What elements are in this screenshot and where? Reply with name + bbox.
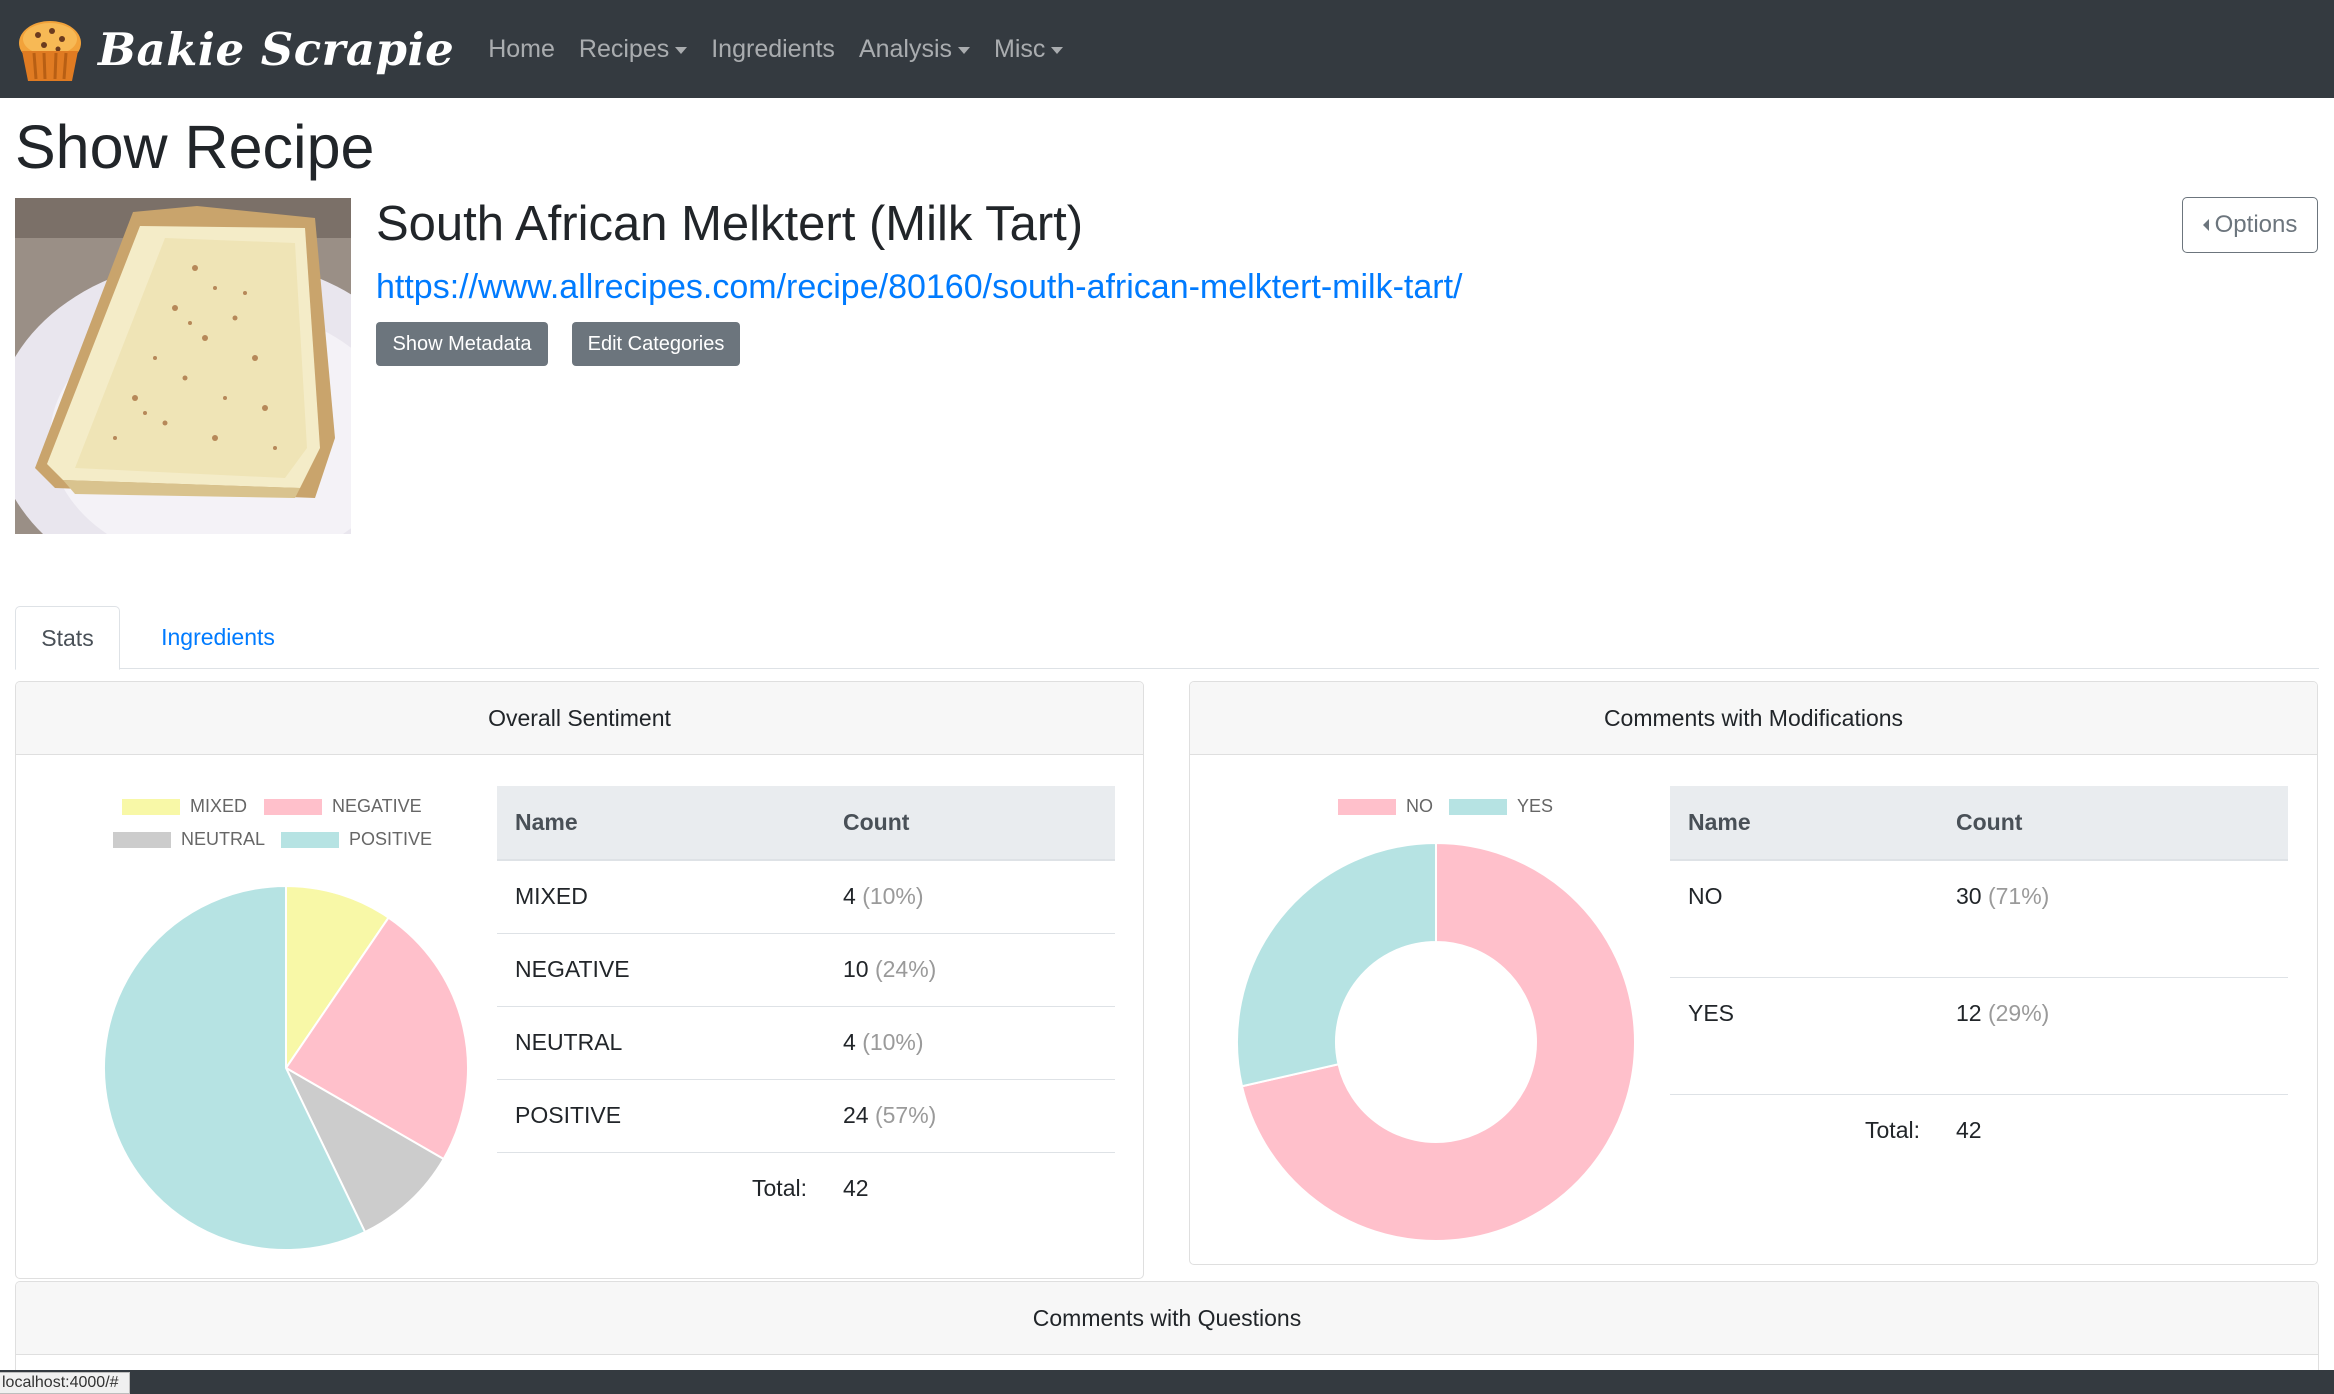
table-row: NO 30 (71%) <box>1670 859 2288 977</box>
overall-sentiment-card: Overall Sentiment MIXED NEGATIVE NEUTRAL… <box>15 681 1144 1279</box>
caret-down-icon <box>1051 46 1064 54</box>
row-count: 30 (71%) <box>1938 859 2288 977</box>
total-label: Total: <box>1670 1093 1938 1167</box>
recipe-photo <box>15 198 351 534</box>
nav-misc-dropdown[interactable]: Misc <box>982 0 1075 98</box>
nav-home[interactable]: Home <box>476 0 567 98</box>
tab-stats[interactable]: Stats <box>15 606 120 670</box>
tab-ingredients[interactable]: Ingredients <box>143 606 293 669</box>
legend-item-no[interactable]: NO <box>1338 796 1433 817</box>
navbar: Bakie Scrapie Home Recipes Ingredients A… <box>0 0 2334 98</box>
legend-swatch <box>281 831 339 848</box>
legend-item-mixed[interactable]: MIXED <box>122 796 247 817</box>
legend-swatch <box>113 831 171 848</box>
row-name: NEUTRAL <box>497 1005 825 1079</box>
browser-status-url: localhost:4000/# <box>0 1372 130 1394</box>
edit-categories-button[interactable]: Edit Categories <box>572 322 740 366</box>
nav-analysis-dropdown[interactable]: Analysis <box>847 0 982 98</box>
caret-down-icon <box>958 46 971 54</box>
column-header-name: Name <box>1670 786 1938 861</box>
legend-label: NEUTRAL <box>181 829 266 849</box>
row-name: NEGATIVE <box>497 932 825 1006</box>
options-label: Options <box>2214 211 2298 238</box>
nav-ingredients-label: Ingredients <box>711 34 835 63</box>
nav-analysis-label: Analysis <box>858 34 953 63</box>
legend-item-positive[interactable]: POSITIVE <box>281 829 432 850</box>
modifications-card: Comments with Modifications NO YES Name … <box>1189 681 2318 1265</box>
row-name: MIXED <box>497 859 825 933</box>
brand-title: Bakie Scrapie <box>98 22 455 76</box>
legend-label: YES <box>1517 796 1554 816</box>
recipe-source-link[interactable]: https://www.allrecipes.com/recipe/80160/… <box>376 268 1463 307</box>
brand-link[interactable]: Bakie Scrapie <box>14 0 454 98</box>
legend-swatch <box>264 798 322 815</box>
total-label: Total: <box>497 1151 825 1225</box>
legend-item-negative[interactable]: NEGATIVE <box>264 796 422 817</box>
total-row: Total: 42 <box>497 1151 1115 1225</box>
legend-label: MIXED <box>190 796 248 816</box>
milk-tart-image <box>15 198 351 534</box>
row-name: YES <box>1670 976 1938 1094</box>
modifications-table: Name Count NO 30 (71%) YES 12 (29%) Tota… <box>1670 786 2288 1167</box>
legend-swatch <box>1449 798 1507 815</box>
show-metadata-button[interactable]: Show Metadata <box>376 322 548 366</box>
sentiment-pie-chart <box>103 884 469 1251</box>
table-row: NEGATIVE 10 (24%) <box>497 932 1115 1006</box>
recipe-tabs: Stats Ingredients <box>15 606 2319 670</box>
muffin-logo-icon <box>19 21 81 81</box>
options-button[interactable]: Options <box>2182 197 2318 253</box>
nav-misc-label: Misc <box>994 34 1046 63</box>
sentiment-table: Name Count MIXED 4 (10%) NEGATIVE 10 (24… <box>497 786 1115 1225</box>
caret-left-icon <box>2202 219 2209 231</box>
column-header-count: Count <box>825 786 1115 861</box>
column-header-count: Count <box>1938 786 2288 861</box>
column-header-name: Name <box>497 786 825 861</box>
legend-item-neutral[interactable]: NEUTRAL <box>113 829 265 850</box>
legend-swatch <box>1338 798 1396 815</box>
row-count: 4 (10%) <box>825 1005 1115 1079</box>
card-title: Overall Sentiment <box>16 682 1143 755</box>
recipe-title: South African Melktert (Milk Tart) <box>376 197 1084 251</box>
modifications-donut-chart <box>1236 841 1636 1242</box>
table-row: YES 12 (29%) <box>1670 976 2288 1094</box>
nav-home-label: Home <box>488 34 555 63</box>
legend-label: NO <box>1406 796 1433 816</box>
total-value: 42 <box>825 1151 1115 1225</box>
card-title: Comments with Questions <box>16 1282 2318 1355</box>
row-count: 24 (57%) <box>825 1078 1115 1152</box>
slice-yes[interactable] <box>1236 841 1437 1088</box>
card-title: Comments with Modifications <box>1190 682 2317 755</box>
main-nav: Home Recipes Ingredients Analysis Misc <box>476 0 1075 98</box>
total-value: 42 <box>1938 1093 2288 1167</box>
row-count: 4 (10%) <box>825 859 1115 933</box>
row-name: POSITIVE <box>497 1078 825 1152</box>
legend-label: NEGATIVE <box>332 796 422 816</box>
nav-ingredients[interactable]: Ingredients <box>699 0 847 98</box>
legend-label: POSITIVE <box>349 829 433 849</box>
legend-swatch <box>122 798 180 815</box>
row-count: 10 (24%) <box>825 932 1115 1006</box>
legend-item-yes[interactable]: YES <box>1449 796 1553 817</box>
table-row: MIXED 4 (10%) <box>497 859 1115 933</box>
table-row: POSITIVE 24 (57%) <box>497 1078 1115 1152</box>
table-row: NEUTRAL 4 (10%) <box>497 1005 1115 1079</box>
total-row: Total: 42 <box>1670 1093 2288 1167</box>
page-title: Show Recipe <box>15 113 375 181</box>
nav-recipes-label: Recipes <box>578 34 670 63</box>
caret-down-icon <box>675 46 688 54</box>
footer <box>0 1370 2334 1394</box>
row-count: 12 (29%) <box>1938 976 2288 1094</box>
nav-recipes-dropdown[interactable]: Recipes <box>567 0 699 98</box>
row-name: NO <box>1670 859 1938 977</box>
